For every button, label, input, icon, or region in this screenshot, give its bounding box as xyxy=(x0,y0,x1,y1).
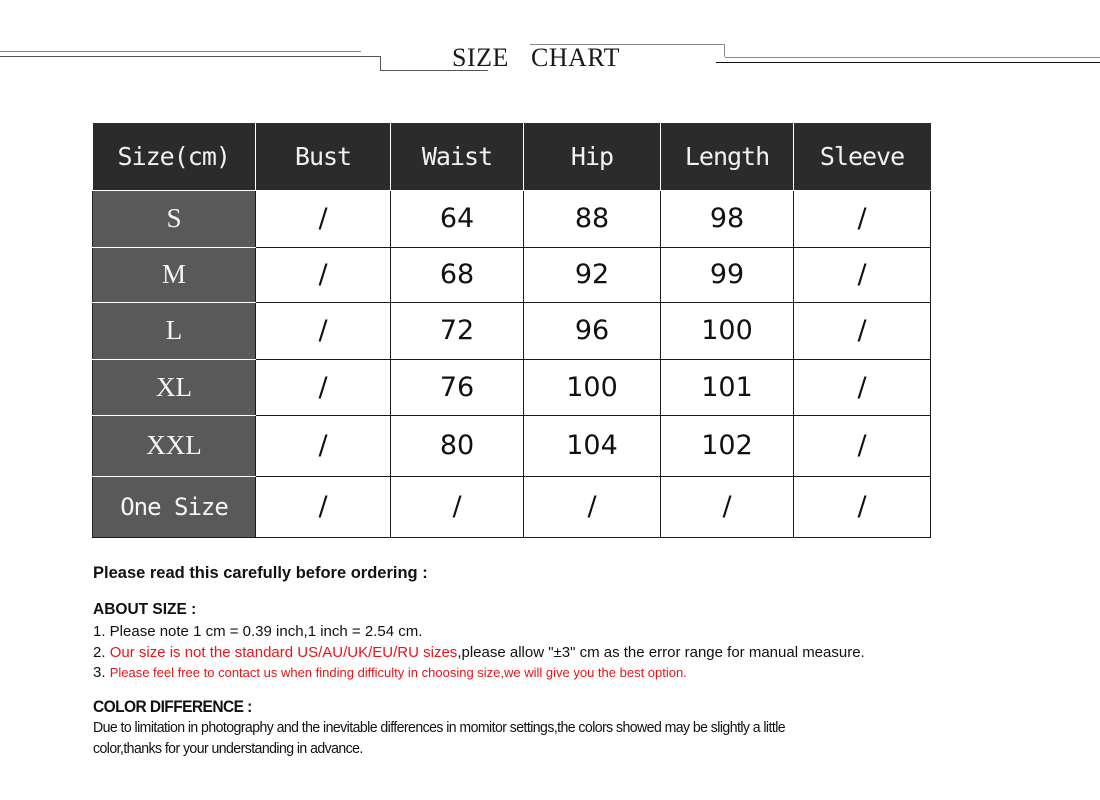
title-word-chart: CHART xyxy=(531,43,621,72)
length-value: / xyxy=(660,475,794,538)
bust-value: / xyxy=(255,358,391,416)
size-label: XXL xyxy=(92,415,256,477)
page-title: SIZE CHART xyxy=(0,42,1100,74)
header-length: Length xyxy=(660,123,794,191)
color-difference-heading: COLOR DIFFERENCE : xyxy=(93,698,252,716)
about-size-item-2: 2. Our size is not the standard US/AU/UK… xyxy=(93,644,865,661)
header-bust: Bust xyxy=(255,123,391,191)
table-row: XXL / 80 104 102 / xyxy=(92,414,931,477)
waist-value: 68 xyxy=(390,246,524,303)
size-label: XL xyxy=(92,359,256,416)
hip-value: 104 xyxy=(523,414,661,477)
bust-value: / xyxy=(255,475,391,538)
waist-value: 80 xyxy=(390,414,524,477)
item-3-contact-note: Please feel free to contact us when find… xyxy=(109,665,687,680)
table-row: M / 68 92 99 / xyxy=(92,246,931,303)
sleeve-value: / xyxy=(793,246,931,303)
length-value: 98 xyxy=(660,189,794,248)
length-value: 101 xyxy=(660,358,794,416)
item-2-number: 2. xyxy=(93,644,110,661)
table-row: XL / 76 100 101 / xyxy=(92,358,931,416)
waist-value: 76 xyxy=(390,358,524,416)
bust-value: / xyxy=(255,246,391,303)
sleeve-value: / xyxy=(793,358,931,416)
size-label: L xyxy=(92,302,256,360)
title-word-size: SIZE xyxy=(452,43,509,72)
color-difference-line-2: color,thanks for your understanding in a… xyxy=(93,740,363,757)
table-row: One Size / / / / / xyxy=(92,475,931,538)
waist-value: 72 xyxy=(390,301,524,360)
table-header-row: Size(cm) Bust Waist Hip Length Sleeve xyxy=(92,123,931,191)
hip-value: 92 xyxy=(523,246,661,303)
size-label: S xyxy=(92,190,256,248)
about-size-item-1: 1. Please note 1 cm = 0.39 inch,1 inch =… xyxy=(93,623,423,640)
header-size: Size(cm) xyxy=(92,123,256,191)
bust-value: / xyxy=(255,414,391,477)
bust-value: / xyxy=(255,189,391,248)
about-size-item-3: 3. Please feel free to contact us when f… xyxy=(93,664,687,681)
size-label: M xyxy=(92,247,256,303)
length-value: 99 xyxy=(660,246,794,303)
sleeve-value: / xyxy=(793,301,931,360)
item-2-rest: ,please allow "±3" cm as the error range… xyxy=(457,644,865,661)
item-2-warning: Our size is not the standard US/AU/UK/EU… xyxy=(109,644,458,661)
size-chart-banner: SIZE CHART xyxy=(0,0,1100,90)
waist-value: / xyxy=(390,475,524,538)
header-hip: Hip xyxy=(523,123,661,191)
table-row: L / 72 96 100 / xyxy=(92,301,931,360)
sleeve-value: / xyxy=(793,189,931,248)
header-sleeve: Sleeve xyxy=(793,123,931,191)
sleeve-value: / xyxy=(793,414,931,477)
about-size-heading: ABOUT SIZE : xyxy=(93,601,197,618)
hip-value: 88 xyxy=(523,189,661,248)
header-waist: Waist xyxy=(390,123,524,191)
size-table: Size(cm) Bust Waist Hip Length Sleeve S … xyxy=(92,123,931,538)
sleeve-value: / xyxy=(793,475,931,538)
hip-value: / xyxy=(523,475,661,538)
hip-value: 96 xyxy=(523,301,661,360)
hip-value: 100 xyxy=(523,358,661,416)
length-value: 102 xyxy=(660,414,794,477)
size-label: One Size xyxy=(92,476,256,538)
length-value: 100 xyxy=(660,301,794,360)
notes-intro-heading: Please read this carefully before orderi… xyxy=(93,564,428,582)
color-difference-line-1: Due to limitation in photography and the… xyxy=(93,719,786,736)
bust-value: / xyxy=(255,301,391,360)
item-3-number: 3. xyxy=(93,664,110,681)
waist-value: 64 xyxy=(390,189,524,248)
table-row: S / 64 88 98 / xyxy=(92,189,931,248)
